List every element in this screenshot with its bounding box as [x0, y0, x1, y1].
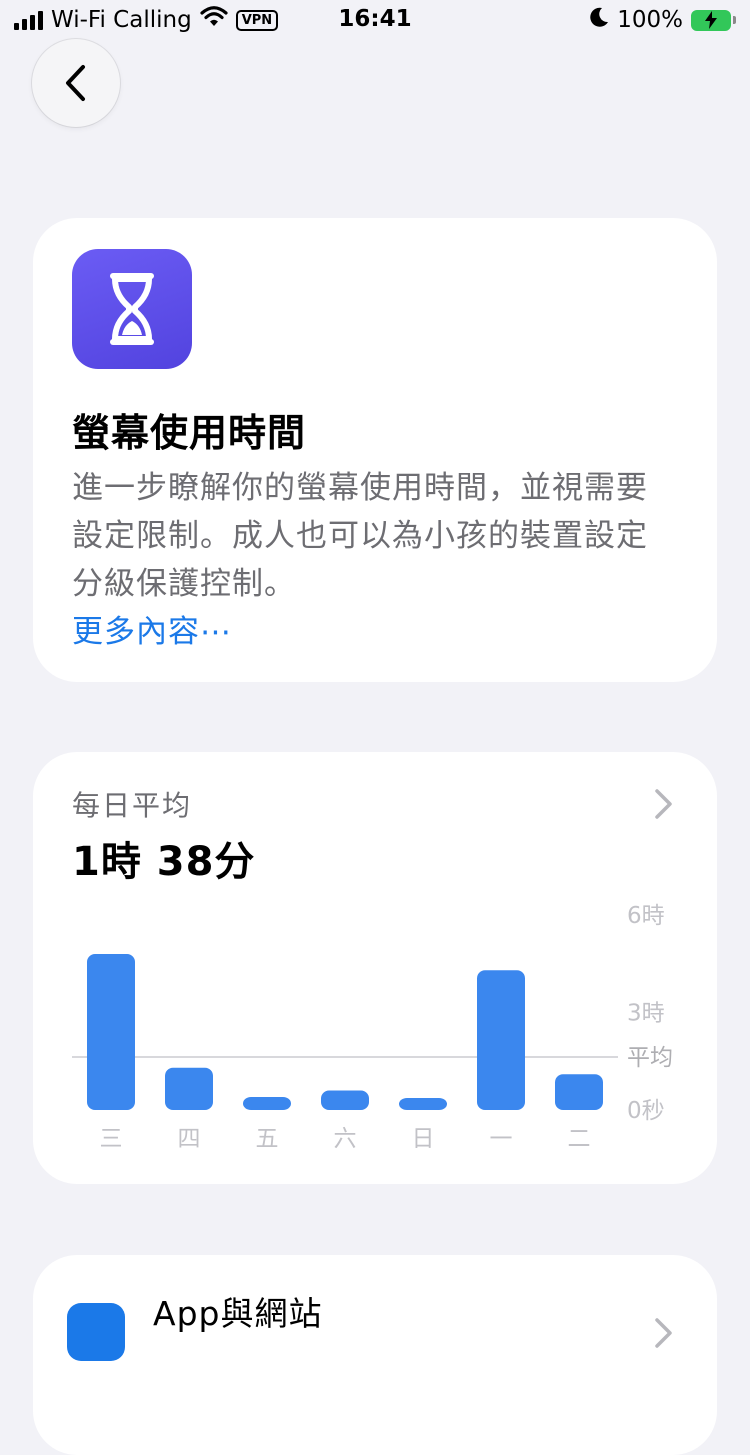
y-tick-label-2: 6時: [627, 903, 665, 929]
status-right: 100%: [589, 6, 736, 34]
more-link[interactable]: 更多內容⋯: [72, 606, 232, 651]
usage-bar-5: [477, 970, 525, 1110]
usage-bar-4: [399, 1098, 447, 1110]
y-tick-label-0: 0秒: [627, 1098, 665, 1124]
day-label-3: 六: [334, 1126, 357, 1152]
usage-bar-2: [243, 1097, 291, 1110]
usage-bar-chart: 三 四 五 六 日 一 二 0秒 3時 6時平均: [72, 903, 673, 1152]
day-label-0: 三: [100, 1126, 123, 1152]
y-tick-label-1: 3時: [627, 1001, 665, 1027]
hourglass-icon: [72, 249, 192, 369]
back-button[interactable]: [32, 39, 120, 127]
status-bar: Wi-Fi Calling VPN 16:41 100%: [0, 0, 750, 42]
usage-bar-0: [87, 954, 135, 1110]
day-label-1: 四: [178, 1126, 201, 1152]
average-tick-label: 平均: [627, 1045, 673, 1071]
chevron-right-icon: [655, 1318, 672, 1348]
daily-average-card[interactable]: 每日平均 1時 38分 三四五六日一二 0秒 3時 6時 平均: [33, 752, 717, 1184]
usage-bar-3: [321, 1090, 369, 1110]
apps-websites-title: App與網站: [153, 1294, 323, 1333]
moon-icon: [589, 6, 609, 34]
battery-percentage: 100%: [617, 7, 683, 33]
battery-charging-icon: [691, 9, 736, 31]
usage-bar-6: [555, 1074, 603, 1110]
screen-time-intro-card: 螢幕使用時間 進一步瞭解你的螢幕使用時間，並視需要設定限制。成人也可以為小孩的裝…: [33, 218, 717, 682]
apps-websites-icon: [67, 1303, 125, 1361]
day-label-5: 一: [490, 1126, 513, 1152]
card-title: 螢幕使用時間: [72, 411, 307, 455]
day-label-4: 日: [412, 1126, 435, 1152]
chevron-left-icon: [66, 65, 85, 101]
usage-bar-1: [165, 1067, 213, 1110]
card-description: 進一步瞭解你的螢幕使用時間，並視需要設定限制。成人也可以為小孩的裝置設定分級保護…: [72, 470, 648, 602]
apps-websites-card[interactable]: App與網站: [33, 1255, 717, 1455]
day-label-6: 二: [568, 1126, 591, 1152]
day-label-2: 五: [256, 1126, 279, 1152]
